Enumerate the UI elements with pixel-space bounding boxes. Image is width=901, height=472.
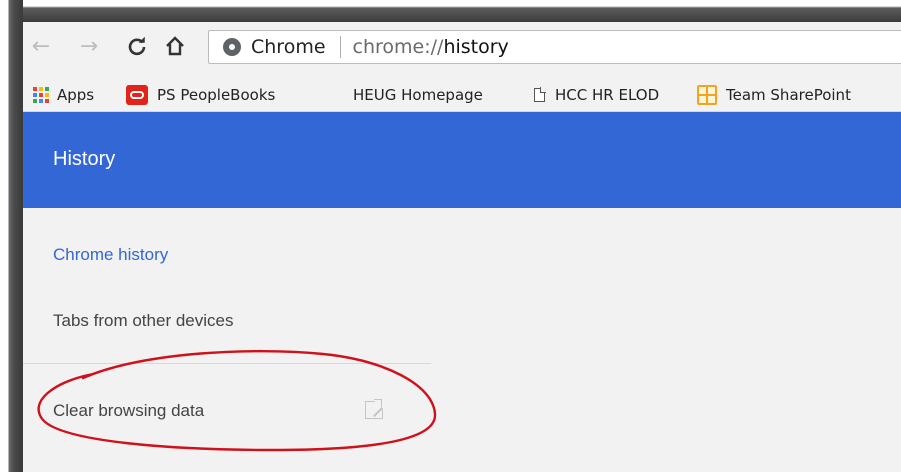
bookmark-team-sharepoint[interactable]: Team SharePoint xyxy=(697,84,851,106)
bookmark-label: PS PeopleBooks xyxy=(157,86,276,104)
bookmark-ps-peoplebooks[interactable]: PS PeopleBooks xyxy=(126,84,275,106)
back-arrow-icon[interactable]: ← xyxy=(29,32,53,60)
apps-grid-icon xyxy=(33,87,49,103)
sidebar-item-tabs-other-devices[interactable]: Tabs from other devices xyxy=(53,311,233,331)
bookmark-label: Apps xyxy=(57,86,95,104)
address-bar[interactable]: Chrome chrome://history xyxy=(208,30,901,64)
bookmark-heug-homepage[interactable]: HEUG Homepage xyxy=(353,84,483,106)
bookmark-apps[interactable]: Apps xyxy=(33,84,94,106)
url-prefix: chrome:// xyxy=(352,36,444,58)
bookmark-label: HCC HR ELOD xyxy=(555,86,660,104)
page-title: History xyxy=(53,148,116,170)
history-sidebar: Chrome history Tabs from other devices C… xyxy=(23,208,901,472)
bookmark-hcc-hr-elod[interactable]: HCC HR ELOD xyxy=(534,84,659,106)
sharepoint-icon xyxy=(697,85,717,105)
history-header: History xyxy=(23,112,901,208)
screenshot-frame: ← → Chrome chrome://history Apps PS Peop… xyxy=(0,0,901,472)
bookmark-label: HEUG Homepage xyxy=(353,86,483,104)
omnibox-url: chrome://history xyxy=(353,36,509,58)
browser-window: ← → Chrome chrome://history Apps PS Peop… xyxy=(23,22,901,472)
sidebar-item-clear-browsing-data[interactable]: Clear browsing data xyxy=(53,401,204,421)
sidebar-item-chrome-history[interactable]: Chrome history xyxy=(53,245,168,265)
forward-arrow-icon[interactable]: → xyxy=(77,32,101,60)
home-icon[interactable] xyxy=(163,32,187,60)
external-link-arrow xyxy=(374,399,382,407)
window-top-edge xyxy=(0,0,901,22)
page-icon xyxy=(534,87,546,102)
url-path: history xyxy=(443,36,509,58)
omnibox-chip: Chrome xyxy=(251,36,341,58)
oracle-icon xyxy=(126,85,148,105)
sidebar-divider xyxy=(23,363,431,364)
reload-icon[interactable] xyxy=(125,32,149,60)
browser-toolbar: ← → Chrome chrome://history xyxy=(23,22,901,78)
window-left-edge xyxy=(0,0,23,472)
bookmarks-bar: Apps PS PeopleBooks HEUG Homepage HCC HR… xyxy=(23,78,901,112)
bookmark-label: Team SharePoint xyxy=(726,86,851,104)
chrome-page-icon xyxy=(223,38,241,56)
